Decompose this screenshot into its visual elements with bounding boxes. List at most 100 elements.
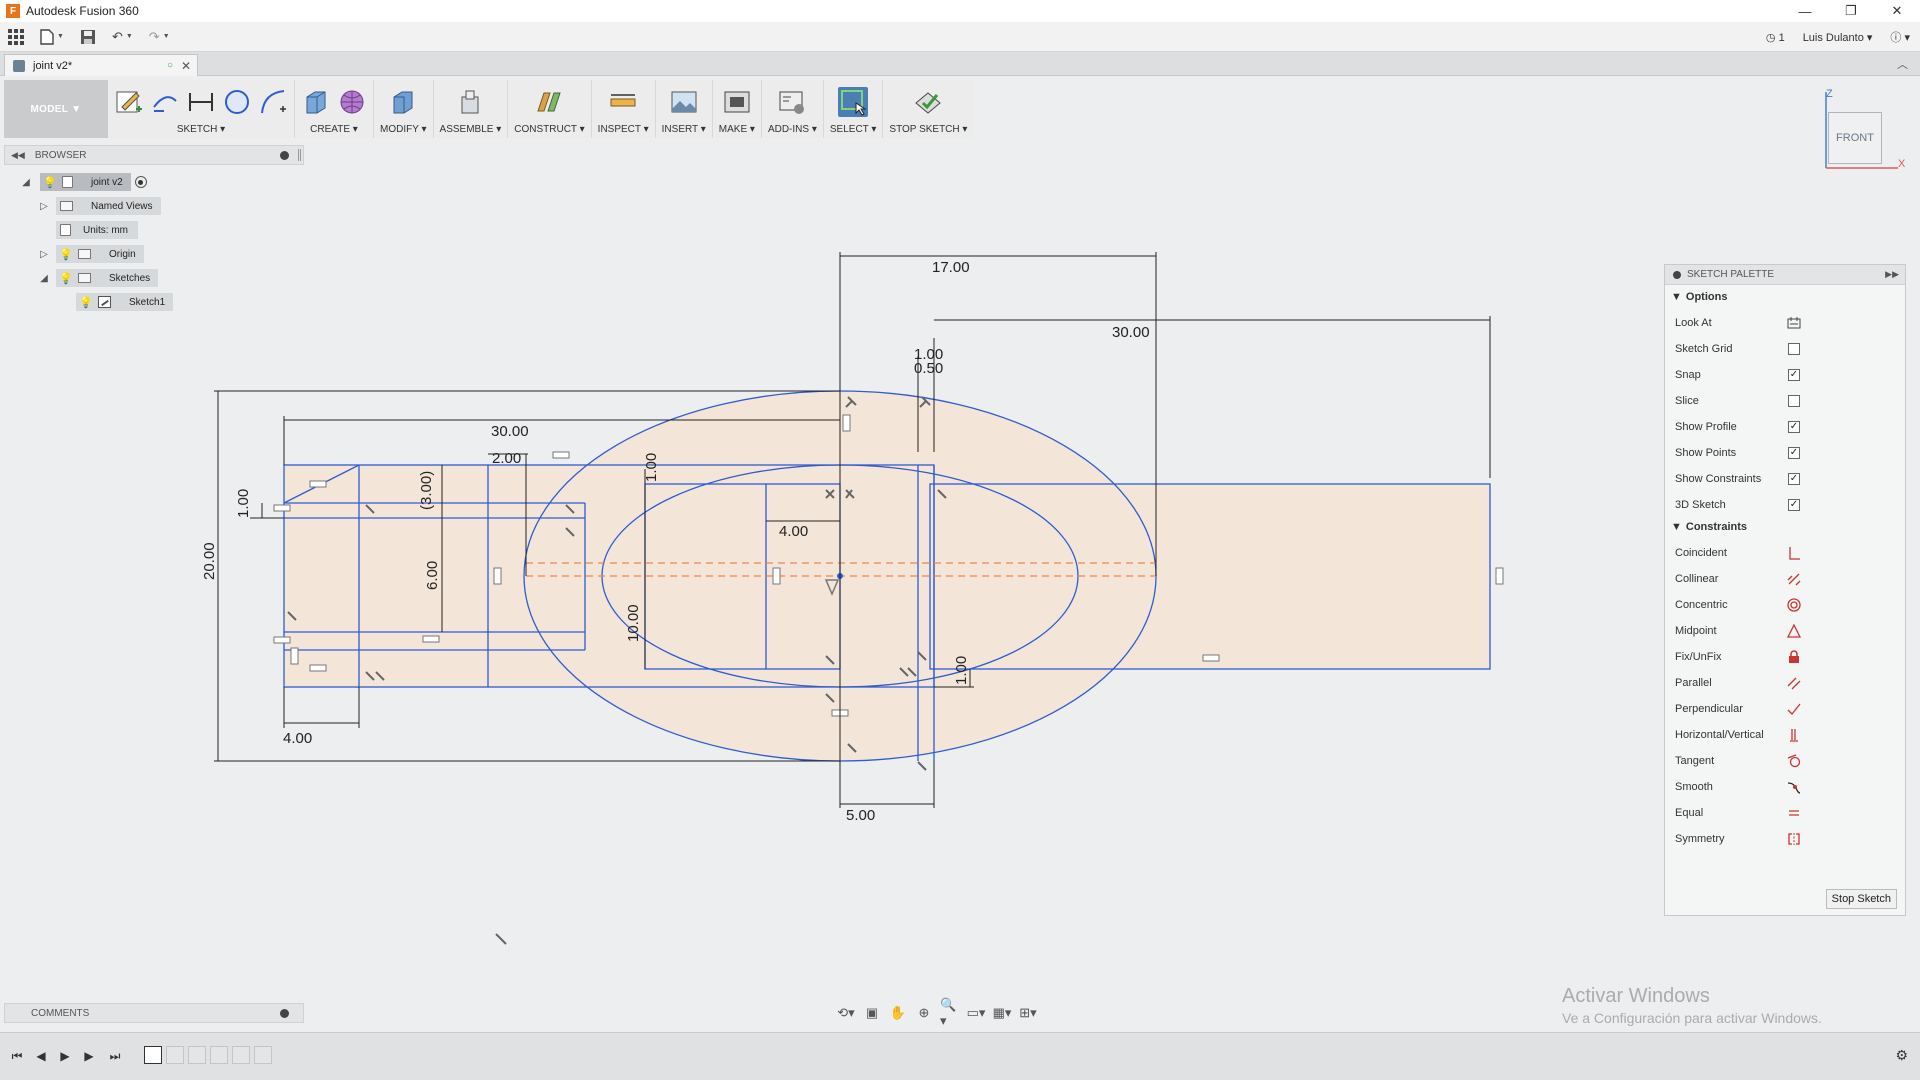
close-window-button[interactable]: ✕: [1874, 0, 1920, 22]
insert-group[interactable]: INSERT ▾: [655, 80, 713, 138]
browser-panel-header[interactable]: ◀◀ BROWSER: [4, 145, 304, 165]
go-to-start-icon[interactable]: ⏮: [8, 1047, 26, 1065]
construct-group[interactable]: CONSTRUCT ▾: [508, 80, 592, 138]
grid-settings-icon[interactable]: ▦▾: [992, 1003, 1012, 1023]
undo-icon[interactable]: ↶ ▼: [104, 25, 141, 49]
stop-sketch-group[interactable]: STOP SKETCH ▾: [883, 80, 974, 138]
constraint-collinear[interactable]: Collinear: [1675, 569, 1895, 589]
play-icon[interactable]: ▶: [56, 1047, 74, 1065]
constraint-equal[interactable]: Equal: [1675, 803, 1895, 823]
equal-icon[interactable]: [1787, 806, 1801, 820]
create-sketch-icon[interactable]: [114, 87, 144, 117]
expanded-triangle-icon[interactable]: ◢: [20, 176, 32, 188]
tree-node-sketches[interactable]: 💡 Sketches: [56, 269, 159, 287]
visibility-bulb-icon[interactable]: 💡: [79, 295, 93, 309]
collinear-icon[interactable]: [1787, 572, 1801, 586]
comments-panel[interactable]: COMMENTS: [4, 1003, 304, 1023]
parallel-icon[interactable]: [1787, 676, 1801, 690]
smooth-icon[interactable]: [1787, 780, 1801, 794]
collapsed-triangle-icon[interactable]: ▷: [38, 200, 50, 212]
constraint-parallel[interactable]: Parallel: [1675, 673, 1895, 693]
constraint-midpoint[interactable]: Midpoint: [1675, 621, 1895, 641]
line-tool-icon[interactable]: [150, 87, 180, 117]
timeline-feature[interactable]: [210, 1046, 228, 1064]
tree-node-sketch1[interactable]: 💡 Sketch1: [76, 293, 174, 311]
insert-image-icon[interactable]: [669, 87, 699, 117]
timeline-feature[interactable]: [232, 1046, 250, 1064]
timeline-feature[interactable]: [188, 1046, 206, 1064]
orbit-icon[interactable]: ⟲▾: [836, 1003, 856, 1023]
save-icon[interactable]: [72, 25, 104, 49]
tree-item-sketch1[interactable]: 💡 Sketch1: [76, 293, 174, 311]
tree-node-origin[interactable]: 💡 Origin: [56, 245, 144, 263]
gear-icon[interactable]: ⚙: [1895, 1047, 1908, 1064]
measure-icon[interactable]: [608, 87, 638, 117]
constraint-smooth[interactable]: Smooth: [1675, 777, 1895, 797]
constraint-symmetry[interactable]: Symmetry: [1675, 829, 1895, 849]
option-show-profile[interactable]: Show Profile ✓: [1675, 417, 1895, 437]
option-show-points[interactable]: Show Points ✓: [1675, 443, 1895, 463]
constraint-perpendicular[interactable]: Perpendicular: [1675, 699, 1895, 719]
document-tab[interactable]: joint v2* ○ ✕: [4, 54, 198, 76]
assemble-group[interactable]: ASSEMBLE ▾: [433, 80, 509, 138]
viewports-icon[interactable]: ⊞▾: [1018, 1003, 1038, 1023]
constraints-section-header[interactable]: ▼ Constraints: [1671, 521, 1747, 533]
pin-icon[interactable]: [1673, 270, 1681, 279]
options-section-header[interactable]: ▼ Options: [1671, 291, 1727, 303]
arc-tool-icon[interactable]: [258, 87, 288, 117]
tree-item-named-views[interactable]: ▷ Named Views: [38, 197, 161, 215]
option-snap[interactable]: Snap ✓: [1675, 365, 1895, 385]
show-points-checkbox[interactable]: ✓: [1787, 446, 1801, 460]
snap-checkbox[interactable]: ✓: [1787, 368, 1801, 382]
job-status-icon[interactable]: ◷ 1: [1766, 31, 1785, 44]
form-icon[interactable]: [337, 87, 367, 117]
press-pull-icon[interactable]: [388, 87, 418, 117]
tree-item-origin[interactable]: ▷ 💡 Origin: [38, 245, 144, 263]
tree-item-root[interactable]: ◢ 💡 joint v2: [20, 173, 147, 191]
palette-header[interactable]: SKETCH PALETTE ▶▶: [1665, 265, 1905, 285]
scripts-addins-icon[interactable]: [777, 87, 807, 117]
modify-group[interactable]: MODIFY ▾: [374, 80, 434, 138]
inspect-group[interactable]: INSPECT ▾: [591, 80, 656, 138]
stop-sketch-button[interactable]: Stop Sketch: [1825, 889, 1897, 909]
option-show-constraints[interactable]: Show Constraints ✓: [1675, 469, 1895, 489]
option-look-at[interactable]: Look At: [1675, 313, 1895, 333]
constraint-coincident[interactable]: Coincident: [1675, 543, 1895, 563]
workspace-switcher[interactable]: MODEL ▼: [4, 80, 108, 138]
option-3d-sketch[interactable]: 3D Sketch ✓: [1675, 495, 1895, 515]
zoom-window-icon[interactable]: 🔍▾: [940, 997, 960, 1028]
new-component-icon[interactable]: [455, 87, 485, 117]
horizontal-vertical-icon[interactable]: [1787, 728, 1801, 742]
look-at-icon[interactable]: ▣: [862, 1003, 882, 1023]
zoom-icon[interactable]: ⊕: [914, 1003, 934, 1023]
sketch-grid-checkbox[interactable]: [1787, 342, 1801, 356]
tree-node-units[interactable]: Units: mm: [56, 221, 138, 239]
collapse-panel-icon[interactable]: ◀◀: [11, 150, 25, 161]
viewcube[interactable]: Z X FRONT: [1818, 86, 1908, 172]
concentric-icon[interactable]: [1787, 598, 1801, 612]
user-menu[interactable]: Luis Dulanto ▾: [1803, 31, 1873, 44]
midpoint-icon[interactable]: [1787, 624, 1801, 638]
select-icon[interactable]: [838, 87, 869, 117]
collapsed-triangle-icon[interactable]: ▷: [38, 248, 50, 260]
dimension-tool-icon[interactable]: [186, 87, 216, 117]
tree-item-units[interactable]: Units: mm: [56, 221, 138, 239]
constraint-tangent[interactable]: Tangent: [1675, 751, 1895, 771]
viewcube-front-face[interactable]: FRONT: [1828, 112, 1882, 164]
panel-grip-icon[interactable]: [298, 149, 301, 161]
option-slice[interactable]: Slice: [1675, 391, 1895, 411]
close-tab-icon[interactable]: ✕: [181, 59, 191, 73]
pan-hand-icon[interactable]: ✋: [888, 1003, 908, 1023]
help-icon[interactable]: ⓘ ▾: [1890, 29, 1910, 45]
tangent-icon[interactable]: [1787, 754, 1801, 768]
visibility-bulb-icon[interactable]: 💡: [43, 175, 57, 189]
symmetry-icon[interactable]: [1787, 832, 1801, 846]
visibility-bulb-icon[interactable]: 💡: [59, 247, 73, 261]
perpendicular-icon[interactable]: [1787, 702, 1801, 716]
make-group[interactable]: MAKE ▾: [712, 80, 762, 138]
minimize-button[interactable]: —: [1782, 0, 1828, 22]
expanded-triangle-icon[interactable]: ◢: [38, 272, 50, 284]
coincident-icon[interactable]: [1787, 546, 1801, 560]
stop-sketch-icon[interactable]: [913, 87, 943, 117]
expand-palette-icon[interactable]: ▶▶: [1885, 269, 1899, 280]
